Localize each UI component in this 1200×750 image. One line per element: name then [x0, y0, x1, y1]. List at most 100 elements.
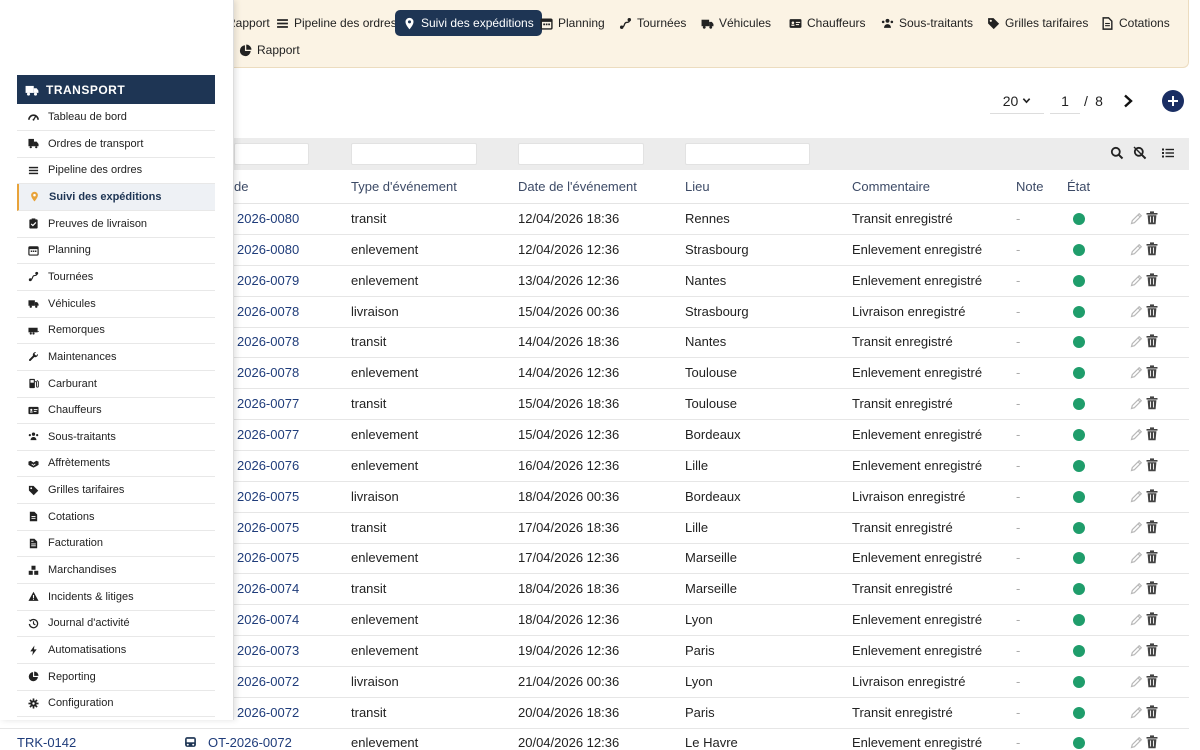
sidebar-item-grilles-tarifaires[interactable]: Grilles tarifaires [17, 477, 215, 505]
sidebar-item-journal-d-activite[interactable]: Journal d'activité [17, 610, 215, 638]
pencil-icon[interactable] [1130, 736, 1143, 749]
trash-icon[interactable] [1146, 643, 1158, 657]
tab-tournees[interactable]: Tournées [611, 10, 694, 36]
filter-type[interactable] [351, 143, 477, 165]
trash-icon[interactable] [1146, 489, 1158, 503]
cell-ref[interactable]: 2026-0077 [237, 396, 299, 411]
sidebar-item-carburant[interactable]: Carburant [17, 371, 215, 398]
filter-ref[interactable] [234, 143, 309, 165]
pencil-icon[interactable] [1130, 428, 1143, 441]
column-header-type[interactable]: Type d'événement [351, 179, 457, 194]
pencil-icon[interactable] [1130, 613, 1143, 626]
add-event-button[interactable] [1162, 90, 1184, 112]
pencil-icon[interactable] [1130, 212, 1143, 225]
cell-ref[interactable]: 2026-0078 [237, 304, 299, 319]
table-row[interactable]: TRK-0142 OT-2026-0072 enlevement 20/04/2026… [0, 728, 1189, 750]
trash-icon[interactable] [1146, 365, 1158, 379]
column-header-note[interactable]: Note [1016, 179, 1043, 194]
pencil-icon[interactable] [1130, 459, 1143, 472]
trash-icon[interactable] [1146, 427, 1158, 441]
sidebar-item-affretements[interactable]: Affrètements [17, 450, 215, 478]
sidebar-item-configuration[interactable]: Configuration [17, 690, 215, 718]
tab-vehicules[interactable]: Véhicules [693, 10, 779, 36]
column-header-ref[interactable]: de [234, 179, 248, 194]
tab-pipeline-des-ordres[interactable]: Pipeline des ordres [268, 10, 405, 36]
column-header-date[interactable]: Date de l'événement [518, 179, 637, 194]
sidebar-item-preuves-de-livraison[interactable]: Preuves de livraison [17, 211, 215, 238]
trash-icon[interactable] [1146, 519, 1158, 534]
pencil-icon[interactable] [1130, 397, 1143, 410]
cell-ref[interactable]: 2026-0078 [237, 334, 299, 349]
cell-ref[interactable]: OT-2026-0072 [208, 735, 292, 750]
sidebar-item-ordres-de-transport[interactable]: Ordres de transport [17, 131, 215, 158]
cell-ref[interactable]: 2026-0075 [237, 550, 299, 565]
sidebar-item-planning[interactable]: Planning [17, 237, 215, 265]
trash-icon[interactable] [1146, 674, 1158, 688]
cell-ref[interactable]: 2026-0077 [237, 427, 299, 442]
cell-ref[interactable]: 2026-0080 [237, 242, 299, 257]
sidebar-item-maintenances[interactable]: Maintenances [17, 344, 215, 371]
sidebar-item-pipeline-des-ordres[interactable]: Pipeline des ordres [17, 157, 215, 185]
trash-icon[interactable] [1146, 735, 1158, 749]
filter-date[interactable] [518, 143, 644, 165]
trash-icon[interactable] [1146, 273, 1158, 287]
pencil-icon[interactable] [1130, 366, 1143, 379]
tab-grilles-tarifaires[interactable]: Grilles tarifaires [979, 10, 1096, 36]
cell-ref[interactable]: 2026-0079 [237, 273, 299, 288]
tab-planning[interactable]: Planning [532, 10, 613, 36]
sidebar-item-incidents-litiges[interactable]: Incidents & litiges [17, 584, 215, 611]
sidebar-item-cotations[interactable]: Cotations [17, 504, 215, 531]
clear-search-icon[interactable] [1133, 146, 1147, 160]
cell-ref[interactable]: 2026-0073 [237, 643, 299, 658]
trash-icon[interactable] [1146, 303, 1158, 318]
current-page-input[interactable]: 1 [1050, 88, 1080, 114]
tracking-id[interactable]: TRK-0142 [17, 735, 76, 750]
pencil-icon[interactable] [1130, 521, 1143, 534]
cell-ref[interactable]: 2026-0076 [237, 458, 299, 473]
sidebar-item-tableau-de-bord[interactable]: Tableau de bord [17, 104, 215, 131]
filter-place[interactable] [685, 143, 810, 165]
column-header-state[interactable]: État [1067, 179, 1090, 194]
sidebar-item-chauffeurs[interactable]: Chauffeurs [17, 397, 215, 425]
trash-icon[interactable] [1146, 211, 1158, 225]
pencil-icon[interactable] [1130, 274, 1143, 287]
sidebar-item-automatisations[interactable]: Automatisations [17, 637, 215, 664]
tab-rapport-2[interactable]: Rapport [231, 37, 308, 63]
trash-icon[interactable] [1146, 612, 1158, 626]
sidebar-item-marchandises[interactable]: Marchandises [17, 557, 215, 585]
pencil-icon[interactable] [1130, 582, 1143, 595]
pencil-icon[interactable] [1130, 305, 1143, 318]
cell-ref[interactable]: 2026-0072 [237, 674, 299, 689]
sidebar-item-reporting[interactable]: Reporting [17, 664, 215, 691]
trash-icon[interactable] [1146, 396, 1158, 410]
cell-ref[interactable]: 2026-0075 [237, 520, 299, 535]
column-header-place[interactable]: Lieu [685, 179, 710, 194]
pencil-icon[interactable] [1130, 335, 1143, 348]
column-header-comment[interactable]: Commentaire [852, 179, 930, 194]
pencil-icon[interactable] [1130, 675, 1143, 688]
trash-icon[interactable] [1146, 550, 1158, 564]
cell-ref[interactable]: 2026-0075 [237, 489, 299, 504]
tab-sous-traitants[interactable]: Sous-traitants [873, 10, 981, 36]
page-size-select[interactable]: 20 [990, 88, 1044, 114]
trash-icon[interactable] [1146, 458, 1158, 472]
sidebar-item-suivi-des-expeditions[interactable]: Suivi des expéditions [17, 183, 215, 211]
cell-ref[interactable]: 2026-0072 [237, 705, 299, 720]
next-page-button[interactable] [1118, 88, 1138, 114]
pencil-icon[interactable] [1130, 243, 1143, 256]
trash-icon[interactable] [1146, 704, 1158, 719]
pencil-icon[interactable] [1130, 490, 1143, 503]
trash-icon[interactable] [1146, 581, 1158, 595]
cell-ref[interactable]: 2026-0078 [237, 365, 299, 380]
sidebar-item-vehicules[interactable]: Véhicules [17, 291, 215, 318]
pencil-icon[interactable] [1130, 644, 1143, 657]
tab-chauffeurs[interactable]: Chauffeurs [781, 10, 873, 36]
column-list-icon[interactable] [1161, 146, 1175, 160]
cell-ref[interactable]: 2026-0074 [237, 581, 299, 596]
search-icon[interactable] [1110, 146, 1124, 160]
sidebar-item-tournees[interactable]: Tournées [17, 264, 215, 291]
pencil-icon[interactable] [1130, 706, 1143, 719]
trash-icon[interactable] [1146, 242, 1158, 256]
trash-icon[interactable] [1146, 334, 1158, 348]
sidebar-item-sous-traitants[interactable]: Sous-traitants [17, 424, 215, 451]
